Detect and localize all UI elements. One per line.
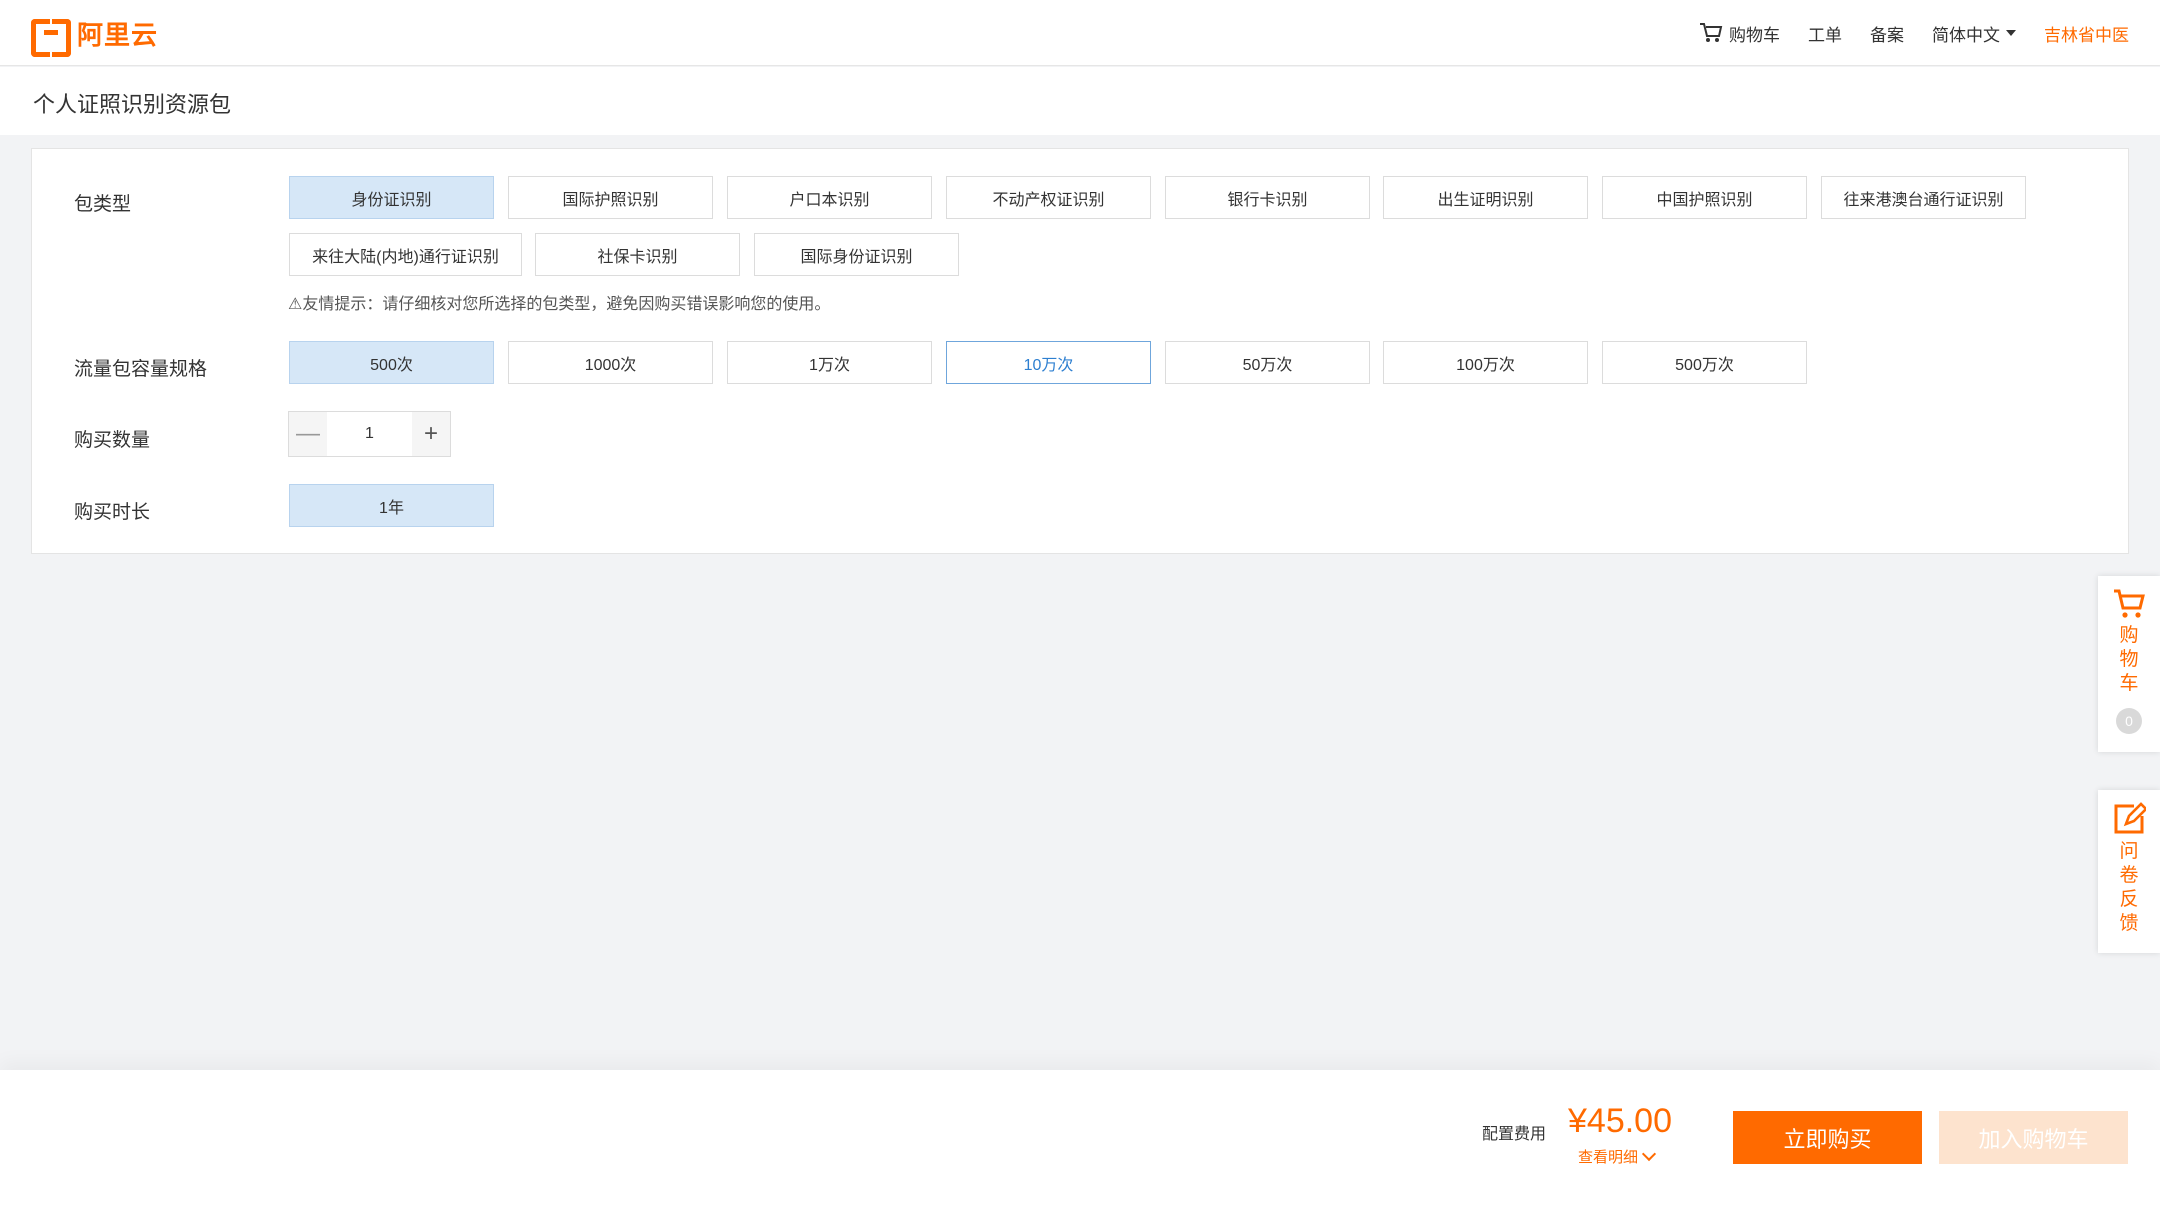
nav-filing-link[interactable]: 备案 [1870, 21, 1904, 46]
aliyun-logo[interactable]: 阿里云 [31, 16, 159, 57]
package-option-household-register[interactable]: 户口本识别 [727, 176, 932, 219]
capacity-option-500k[interactable]: 50万次 [1165, 341, 1370, 384]
fee-label: 配置费用 [1482, 1126, 1547, 1143]
quantity-input[interactable]: 1 [327, 412, 412, 456]
cart-icon [1700, 23, 1723, 42]
package-option-id-card[interactable]: 身份证识别 [289, 176, 494, 219]
aliyun-logo-icon [31, 19, 71, 57]
chevron-down-icon [1641, 1146, 1657, 1162]
capacity-option-1000[interactable]: 1000次 [508, 341, 713, 384]
fee-detail-link[interactable]: 查看明细 [1578, 1146, 1657, 1167]
package-option-social-security-card[interactable]: 社保卡识别 [535, 233, 740, 276]
capacity-option-10k[interactable]: 1万次 [727, 341, 932, 384]
floating-feedback[interactable]: 问卷反馈 [2098, 790, 2160, 953]
package-option-hk-macau-taiwan-permit[interactable]: 往来港澳台通行证识别 [1821, 176, 2026, 219]
top-nav: 购物车 工单 备案 简体中文 吉林省中医 [1699, 0, 2129, 66]
duration-option-1-year[interactable]: 1年 [289, 484, 494, 527]
duration-label: 购买时长 [74, 502, 151, 523]
package-option-bank-card[interactable]: 银行卡识别 [1165, 176, 1370, 219]
logo-text: 阿里云 [77, 19, 159, 50]
cart-count-badge: 0 [2116, 708, 2142, 734]
buy-now-button[interactable]: 立即购买 [1733, 1111, 1922, 1164]
capacity-option-1m[interactable]: 100万次 [1383, 341, 1588, 384]
add-to-cart-button[interactable]: 加入购物车 [1939, 1111, 2128, 1164]
user-account-link[interactable]: 吉林省中医 [2044, 21, 2129, 46]
title-bar: 个人证照识别资源包 [0, 67, 2160, 135]
quantity-stepper: — 1 + [288, 411, 451, 457]
edit-feedback-icon [2114, 802, 2146, 834]
language-selector[interactable]: 简体中文 [1932, 21, 2016, 46]
floating-feedback-label: 问卷反馈 [2119, 841, 2139, 934]
capacity-option-500[interactable]: 500次 [289, 341, 494, 384]
package-option-china-passport[interactable]: 中国护照识别 [1602, 176, 1807, 219]
order-summary-bar: 配置费用 ¥45.00 查看明细 立即购买 加入购物车 [0, 1070, 2160, 1206]
floating-cart-label: 购物车 [2119, 625, 2139, 694]
package-option-intl-id-card[interactable]: 国际身份证识别 [754, 233, 959, 276]
nav-cart-link[interactable]: 购物车 [1699, 21, 1780, 46]
language-label: 简体中文 [1932, 25, 2000, 45]
nav-ticket-link[interactable]: 工单 [1808, 21, 1842, 46]
page-title: 个人证照识别资源包 [33, 92, 232, 117]
quantity-decrease-button[interactable]: — [289, 412, 327, 456]
fee-detail-label: 查看明细 [1578, 1149, 1639, 1166]
package-option-property-cert[interactable]: 不动产权证识别 [946, 176, 1151, 219]
quantity-increase-button[interactable]: + [412, 412, 450, 456]
cart-icon [2114, 589, 2145, 618]
nav-cart-label: 购物车 [1729, 25, 1780, 45]
top-header: 阿里云 购物车 工单 备案 简体中文 吉林省中医 [0, 0, 2160, 66]
package-option-birth-cert[interactable]: 出生证明识别 [1383, 176, 1588, 219]
package-type-label: 包类型 [74, 194, 132, 215]
capacity-option-100k[interactable]: 10万次 [946, 341, 1151, 384]
quantity-label: 购买数量 [74, 430, 151, 451]
package-option-intl-passport[interactable]: 国际护照识别 [508, 176, 713, 219]
capacity-label: 流量包容量规格 [74, 359, 208, 380]
config-panel: 包类型 身份证识别 国际护照识别 户口本识别 不动产权证识别 银行卡识别 出生证… [31, 148, 2129, 554]
package-option-mainland-travel-permit[interactable]: 来往大陆(内地)通行证识别 [289, 233, 522, 276]
capacity-option-5m[interactable]: 500万次 [1602, 341, 1807, 384]
caret-down-icon [2006, 30, 2016, 36]
fee-price: ¥45.00 [1568, 1102, 1672, 1140]
floating-cart[interactable]: 购物车 0 [2098, 576, 2160, 752]
package-type-hint: ⚠友情提示：请仔细核对您所选择的包类型，避免因购买错误影响您的使用。 [288, 296, 831, 313]
